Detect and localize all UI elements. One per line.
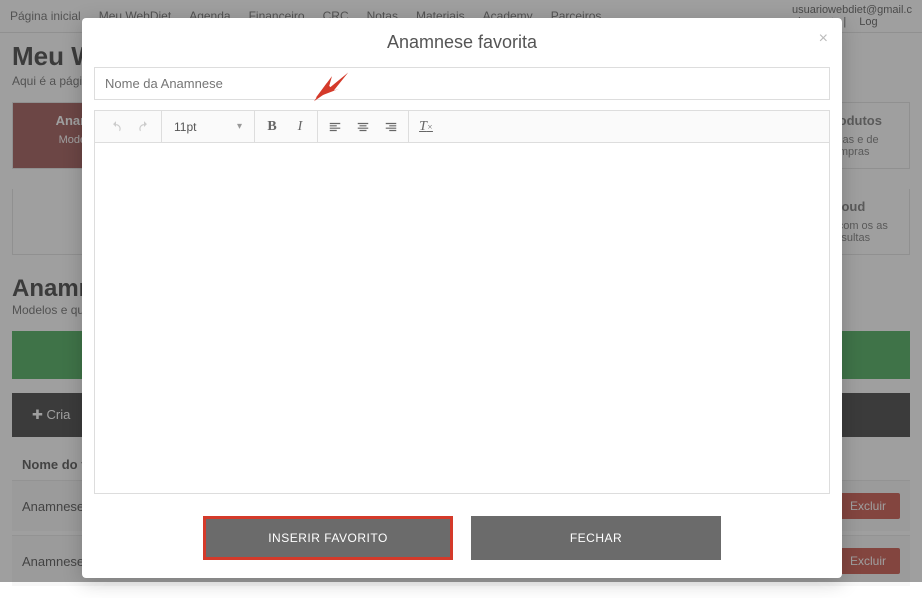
align-left-icon[interactable] (324, 116, 346, 138)
align-center-icon[interactable] (352, 116, 374, 138)
modal-title: Anamnese favorita (387, 32, 537, 52)
clear-format-icon[interactable]: T× (415, 116, 437, 138)
rich-text-editor: 11pt B I (94, 110, 830, 494)
undo-icon[interactable] (105, 116, 127, 138)
editor-toolbar: 11pt B I (95, 111, 829, 143)
insert-favorite-button[interactable]: INSERIR FAVORITO (203, 516, 453, 560)
close-button[interactable]: FECHAR (471, 516, 721, 560)
close-icon[interactable]: × (819, 30, 828, 48)
italic-button[interactable]: I (289, 116, 311, 138)
bold-button[interactable]: B (261, 116, 283, 138)
anamnese-modal: Anamnese favorita × 11pt (82, 18, 842, 578)
fontsize-select[interactable]: 11pt (168, 118, 215, 136)
modal-footer: INSERIR FAVORITO FECHAR (82, 506, 842, 578)
modal-header: Anamnese favorita × (82, 18, 842, 67)
redo-icon[interactable] (133, 116, 155, 138)
anamnese-name-input[interactable] (94, 67, 830, 100)
editor-content-area[interactable] (95, 143, 829, 493)
align-right-icon[interactable] (380, 116, 402, 138)
